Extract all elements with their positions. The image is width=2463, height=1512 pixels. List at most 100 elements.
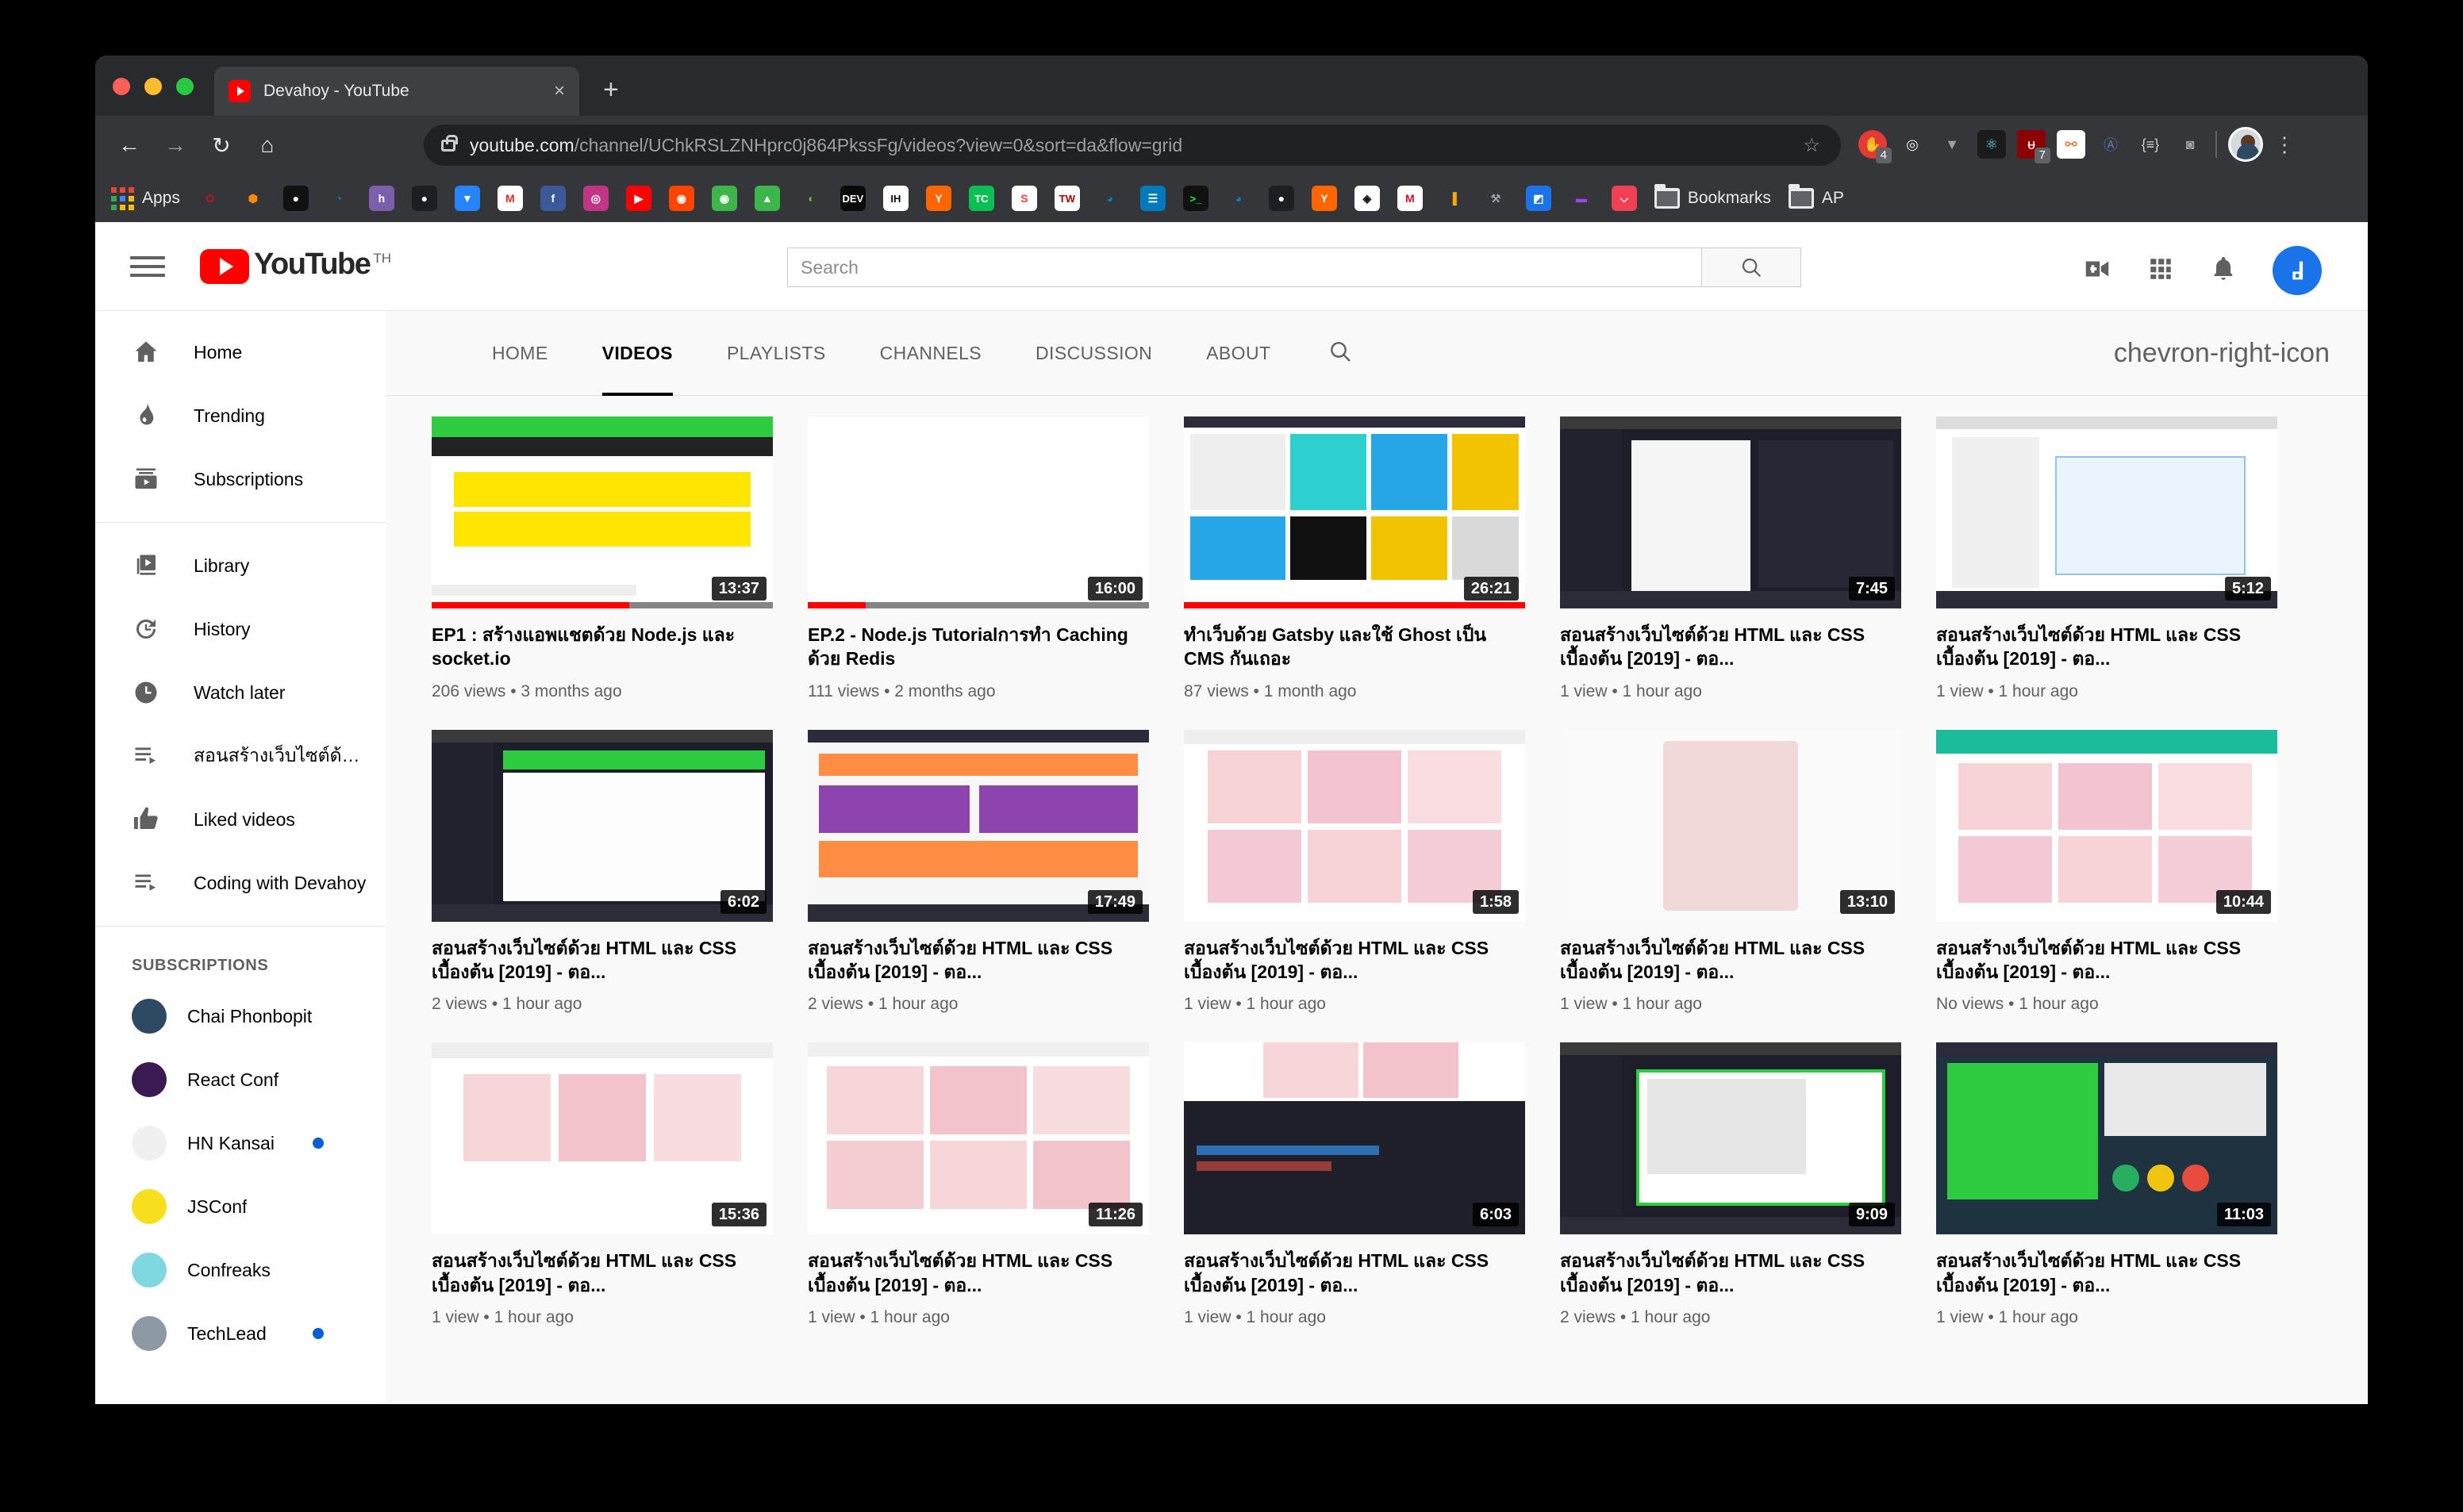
video-thumbnail[interactable]: 9:09 <box>1560 1042 1901 1235</box>
video-thumbnail[interactable]: 11:03 <box>1936 1042 2277 1235</box>
bookmark-instagram[interactable]: ◎ <box>582 186 609 211</box>
bookmark-trello[interactable]: ☰ <box>1139 186 1166 211</box>
close-window-button[interactable] <box>113 78 130 95</box>
bookmark-envato[interactable]: ◖ <box>797 186 823 211</box>
search-button[interactable] <box>1701 248 1801 287</box>
video-title[interactable]: สอนสร้างเว็บไซต์ด้วย HTML และ CSS เบื้อง… <box>1936 1249 2277 1297</box>
sidebar-subscription-techlead[interactable]: TechLead <box>95 1302 386 1365</box>
video-card[interactable]: 11:03 สอนสร้างเว็บไซต์ด้วย HTML และ CSS เ… <box>1936 1042 2277 1327</box>
video-card[interactable]: 1:58 สอนสร้างเว็บไซต์ด้วย HTML และ CSS เบ… <box>1184 729 1525 1015</box>
bookmark-purple-tag[interactable]: ▬ <box>1569 186 1594 211</box>
video-thumbnail[interactable]: 13:10 <box>1560 729 1901 922</box>
video-thumbnail[interactable]: 26:21 <box>1184 416 1525 608</box>
bookmark-reddit[interactable]: ◉ <box>668 186 694 211</box>
video-card[interactable]: 6:02 สอนสร้างเว็บไซต์ด้วย HTML และ CSS เบ… <box>432 729 773 1015</box>
tab-discussion[interactable]: DISCUSSION <box>1009 311 1179 396</box>
adblock-extension-icon[interactable]: ✋ 4 <box>1858 130 1892 163</box>
youtube-logo[interactable]: YouTube TH <box>200 248 391 284</box>
bookmark-droplet-3[interactable]: ◕ <box>1226 186 1251 211</box>
sidebar-subscription-chai-phonbopit[interactable]: Chai Phonbopit <box>95 984 386 1048</box>
video-thumbnail[interactable]: 17:49 <box>808 729 1149 922</box>
video-thumbnail[interactable]: 16:00 <box>808 416 1149 608</box>
video-thumbnail[interactable]: 5:12 <box>1936 416 2277 608</box>
video-title[interactable]: ทำเว็บด้วย Gatsby และใช้ Ghost เป็น CMS … <box>1184 623 1525 671</box>
sidebar-item-watch-later[interactable]: Watch later <box>95 661 386 724</box>
bookmark-apps[interactable]: Apps <box>111 186 180 210</box>
bookmark-gitlab[interactable]: ▲ <box>754 186 780 211</box>
search-input[interactable] <box>787 248 1701 287</box>
bookmark-techcrunch[interactable]: TC <box>968 186 994 211</box>
sidebar-subscription-hn-kansai[interactable]: HN Kansai <box>95 1111 386 1175</box>
bookmark-ycombinator-2[interactable]: Y <box>1311 186 1337 211</box>
video-card[interactable]: 15:36 สอนสร้างเว็บไซต์ด้วย HTML และ CSS เ… <box>432 1042 773 1327</box>
bookmark-ycombinator[interactable]: Y <box>925 186 951 211</box>
sitemap-extension-icon[interactable]: ⚯ <box>2057 130 2085 159</box>
video-card[interactable]: 6:03 สอนสร้างเว็บไซต์ด้วย HTML และ CSS เบ… <box>1184 1042 1525 1327</box>
video-card[interactable]: 16:00 EP.2 - Node.js Tutorialการทำ Cachin… <box>808 416 1149 701</box>
video-thumbnail[interactable]: 6:02 <box>432 729 773 922</box>
reload-button[interactable]: ↻ <box>198 132 244 159</box>
bookmark-medium-m[interactable]: M <box>1397 186 1423 211</box>
bookmark-ap-folder[interactable]: AP <box>1788 184 1844 209</box>
tab-channels[interactable]: CHANNELS <box>853 311 1009 396</box>
bookmark-devto[interactable]: DEV <box>840 186 866 211</box>
react-devtools-icon[interactable]: ⚛ <box>1977 130 2006 159</box>
video-card[interactable]: 9:09 สอนสร้างเว็บไซต์ด้วย HTML และ CSS เบ… <box>1560 1042 1901 1327</box>
video-thumbnail[interactable]: 6:03 <box>1184 1042 1525 1235</box>
video-thumbnail[interactable]: 15:36 <box>432 1042 773 1235</box>
apps-button[interactable] <box>2147 255 2174 286</box>
sidebar-subscription-confreaks[interactable]: Confreaks <box>95 1238 386 1302</box>
video-title[interactable]: สอนสร้างเว็บไซต์ด้วย HTML และ CSS เบื้อง… <box>1560 936 1901 984</box>
account-avatar[interactable] <box>2273 246 2322 295</box>
close-tab-button[interactable]: × <box>546 82 565 101</box>
video-card[interactable]: 17:49 สอนสร้างเว็บไซต์ด้วย HTML และ CSS เ… <box>808 729 1149 1015</box>
vue-extension-icon[interactable]: ▼ <box>1938 130 1966 159</box>
bookmark-pocket[interactable]: ⌵ <box>1611 186 1637 211</box>
video-title[interactable]: สอนสร้างเว็บไซต์ด้วย HTML และ CSS เบื้อง… <box>808 936 1149 984</box>
bookmark-gmail[interactable]: M <box>497 186 523 211</box>
sidebar-item-coding-with-devahoy[interactable]: Coding with Devahoy <box>95 851 386 915</box>
tab-about[interactable]: ABOUT <box>1179 311 1297 396</box>
target-extension-icon[interactable]: ◎ <box>1898 130 1927 159</box>
bookmark-panda[interactable]: ● <box>282 186 309 211</box>
bookmark-star-icon[interactable]: ☆ <box>1803 134 1820 157</box>
video-card[interactable]: 7:45 สอนสร้างเว็บไซต์ด้วย HTML และ CSS เบ… <box>1560 416 1901 701</box>
bookmark-youtube[interactable]: ▶ <box>625 186 651 211</box>
youtube-sidebar[interactable]: Home Trending Subscriptions Library History W… <box>95 311 386 1404</box>
bookmark-gem[interactable]: ◈ <box>1354 186 1380 211</box>
bookmark-droplet-2[interactable]: ◕ <box>1097 186 1123 211</box>
bookmark-github-1[interactable]: ● <box>411 186 437 211</box>
back-button[interactable]: ← <box>106 132 152 158</box>
sidebar-item-trending[interactable]: Trending <box>95 384 386 447</box>
address-bar[interactable]: youtube.com/channel/UChkRSLZNHprc0j864Pk… <box>424 125 1841 166</box>
notifications-button[interactable] <box>2209 255 2238 287</box>
channel-tabs-more-icon[interactable]: chevron-right-icon <box>2114 338 2330 369</box>
video-title[interactable]: สอนสร้างเว็บไซต์ด้วย HTML และ CSS เบื้อง… <box>1184 1249 1525 1297</box>
bookmark-bitbucket[interactable]: ▼ <box>454 186 480 211</box>
video-title[interactable]: สอนสร้างเว็บไซต์ด้วย HTML และ CSS เบื้อง… <box>1184 936 1525 984</box>
video-card[interactable]: 5:12 สอนสร้างเว็บไซต์ด้วย HTML และ CSS เบ… <box>1936 416 2277 701</box>
video-card[interactable]: 13:10 สอนสร้างเว็บไซต์ด้วย HTML และ CSS เ… <box>1560 729 1901 1015</box>
video-thumbnail[interactable]: 1:58 <box>1184 729 1525 922</box>
video-title[interactable]: สอนสร้างเว็บไซต์ด้วย HTML และ CSS เบื้อง… <box>808 1249 1149 1297</box>
tab-playlists[interactable]: PLAYLISTS <box>700 311 853 396</box>
bookmark-hashicorp[interactable]: >_ <box>1182 186 1208 211</box>
browser-profile-avatar[interactable] <box>2228 127 2263 162</box>
accessibility-extension-icon[interactable]: Ⓐ <box>2096 130 2125 159</box>
video-card[interactable]: 13:37 EP1 : สร้างแอพแชตด้วย Node.js และ s… <box>432 416 773 701</box>
screenshot-extension-icon[interactable]: ◙ <box>2176 130 2204 159</box>
video-thumbnail[interactable]: 13:37 <box>432 416 773 608</box>
bookmark-cube[interactable]: ⬢ <box>240 186 266 211</box>
json-viewer-extension-icon[interactable]: {≡} <box>2136 130 2165 159</box>
video-title[interactable]: สอนสร้างเว็บไซต์ด้วย HTML และ CSS เบื้อง… <box>1560 623 1901 671</box>
bookmark-facebook[interactable]: f <box>540 186 566 211</box>
video-title[interactable]: สอนสร้างเว็บไซต์ด้วย HTML และ CSS เบื้อง… <box>432 1249 773 1297</box>
sidebar-subscription-react-conf[interactable]: React Conf <box>95 1048 386 1111</box>
sidebar-item-home[interactable]: Home <box>95 320 386 384</box>
bookmark-heroku[interactable]: h <box>368 186 394 211</box>
video-card[interactable]: 10:44 สอนสร้างเว็บไซต์ด้วย HTML และ CSS เ… <box>1936 729 2277 1015</box>
bookmark-ghost[interactable]: ◉ <box>711 186 737 211</box>
new-tab-button[interactable]: + <box>603 76 619 103</box>
bookmark-sitepoint[interactable]: S <box>1011 186 1037 211</box>
video-card[interactable]: 26:21 ทำเว็บด้วย Gatsby และใช้ Ghost เป็น… <box>1184 416 1525 701</box>
